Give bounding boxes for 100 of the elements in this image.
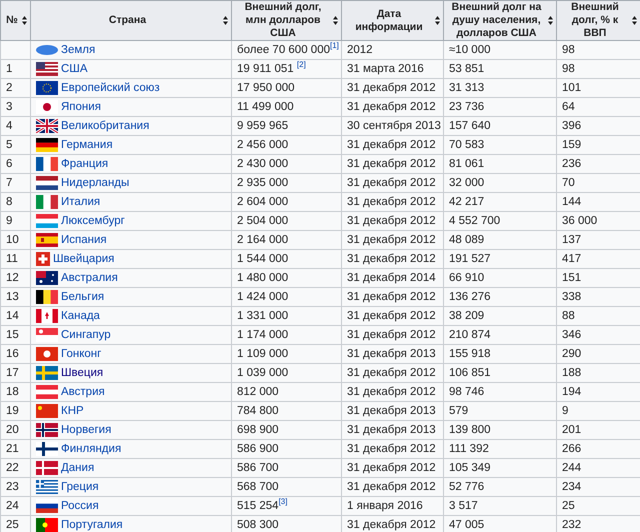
flag-icon <box>36 214 58 228</box>
table-cell: 1 039 000 <box>232 364 342 382</box>
sort-icon[interactable] <box>548 16 553 25</box>
rank-cell: 1 <box>0 60 30 78</box>
sort-icon[interactable] <box>435 16 440 25</box>
rank-cell: 22 <box>0 458 30 478</box>
rank-cell: 7 <box>0 174 30 192</box>
header-cell[interactable]: № <box>0 0 30 40</box>
sort-icon[interactable] <box>22 16 27 25</box>
country-link[interactable]: Германия <box>61 139 113 151</box>
rank-cell: 12 <box>0 268 30 288</box>
header-cell[interactable]: Внешний долг, % к ВВП <box>556 0 640 40</box>
flag-icon <box>36 385 58 399</box>
country-link[interactable]: Австралия <box>61 272 118 284</box>
table-cell: 9 959 965 <box>232 116 342 136</box>
flag-icon <box>36 423 58 437</box>
rank-cell: 16 <box>0 344 30 364</box>
table-cell: 32 000 <box>444 174 556 192</box>
table-cell: 31 декабря 2012 <box>342 250 444 268</box>
table-cell: 812 000 <box>232 382 342 402</box>
country-link[interactable]: Земля <box>61 44 96 56</box>
table-cell: 586 900 <box>232 440 342 458</box>
country-link[interactable]: КНР <box>61 405 84 417</box>
country-link[interactable]: Швейцария <box>53 253 114 265</box>
table-cell: 191 527 <box>444 250 556 268</box>
table-cell: 1 480 000 <box>232 268 342 288</box>
table-cell: 98 746 <box>444 382 556 402</box>
flag-icon <box>36 138 58 152</box>
table-cell: 698 900 <box>232 420 342 440</box>
table-cell: 784 800 <box>232 402 342 420</box>
table-cell: 31 декабря 2012 <box>342 458 444 478</box>
rank-cell: 17 <box>0 364 30 382</box>
country-link[interactable]: Гонконг <box>61 348 102 360</box>
rank-cell: 24 <box>0 496 30 516</box>
table-cell: 38 209 <box>444 306 556 326</box>
rank-cell: 9 <box>0 212 30 230</box>
header-cell[interactable]: Дата информации <box>342 0 444 40</box>
table-cell: 136 276 <box>444 288 556 306</box>
table-cell: 1 544 000 <box>232 250 342 268</box>
table-cell: 157 640 <box>444 116 556 136</box>
table-cell: 2 164 000 <box>232 230 342 250</box>
rank-cell: 10 <box>0 230 30 250</box>
header-cell[interactable]: Страна <box>30 0 232 40</box>
flag-icon <box>36 233 58 247</box>
header-label: Внешний долг на душу населения, долларов США <box>450 1 542 40</box>
country-link[interactable]: Дания <box>61 462 94 474</box>
table-cell: 66 910 <box>444 268 556 288</box>
sort-icon[interactable] <box>333 16 338 25</box>
table-cell: 105 349 <box>444 458 556 478</box>
rank-cell: 14 <box>0 306 30 326</box>
table-cell: 17 950 000 <box>232 78 342 98</box>
flag-icon <box>36 195 58 209</box>
table-cell: 31 декабря 2012 <box>342 98 444 116</box>
table-cell: 31 декабря 2012 <box>342 192 444 212</box>
table-cell: 48 089 <box>444 230 556 250</box>
table-cell: 2012 <box>342 40 444 60</box>
country-link[interactable]: США <box>61 63 88 75</box>
country-link[interactable]: Норвегия <box>61 424 112 436</box>
table-cell: 1 109 000 <box>232 344 342 364</box>
table-cell: 106 851 <box>444 364 556 382</box>
table-cell: 31 декабря 2012 <box>342 174 444 192</box>
table-cell: 111 392 <box>444 440 556 458</box>
country-link[interactable]: Франция <box>61 158 108 170</box>
country-link[interactable]: Греция <box>61 481 99 493</box>
rank-cell: 21 <box>0 440 30 458</box>
country-link[interactable]: Австрия <box>61 386 105 398</box>
country-link[interactable]: Швеция <box>61 367 104 379</box>
country-link[interactable]: Япония <box>61 101 101 113</box>
country-link[interactable]: Сингапур <box>61 329 111 341</box>
header-label: № <box>5 14 19 27</box>
table-cell: 31 декабря 2013 <box>342 344 444 364</box>
table-cell: 31 декабря 2012 <box>342 154 444 174</box>
country-link[interactable]: Канада <box>61 310 100 322</box>
globe-icon <box>36 45 58 55</box>
flag-icon <box>36 309 58 323</box>
table-cell: 52 776 <box>444 478 556 496</box>
table-cell: 70 583 <box>444 136 556 154</box>
table-cell: 155 918 <box>444 344 556 364</box>
country-link[interactable]: Испания <box>61 234 107 246</box>
table-cell: ≈10 000 <box>444 40 556 60</box>
flag-icon <box>36 81 58 95</box>
table-cell: 568 700 <box>232 478 342 496</box>
table-cell: 31 декабря 2012 <box>342 78 444 98</box>
flag-icon <box>36 480 58 494</box>
flag-icon <box>36 442 58 456</box>
country-link[interactable]: Финляндия <box>61 443 122 455</box>
sort-icon[interactable] <box>223 16 228 25</box>
table-cell: 31 декабря 2012 <box>342 212 444 230</box>
table-cell: 2 604 000 <box>232 192 342 212</box>
flag-icon <box>36 176 58 190</box>
header-cell[interactable]: Внешний долг на душу населения, долларов США <box>444 0 556 40</box>
country-link[interactable]: Бельгия <box>61 291 104 303</box>
table-cell: 31 декабря 2012 <box>342 478 444 496</box>
country-link[interactable]: Италия <box>61 196 100 208</box>
header-cell[interactable]: Внешний долг, млн долларов США <box>232 0 342 40</box>
sort-icon[interactable] <box>632 16 637 25</box>
rank-cell: 11 <box>0 250 30 268</box>
flag-icon <box>36 366 58 380</box>
country-link[interactable]: Россия <box>61 500 99 512</box>
table-cell: 31 декабря 2012 <box>342 440 444 458</box>
